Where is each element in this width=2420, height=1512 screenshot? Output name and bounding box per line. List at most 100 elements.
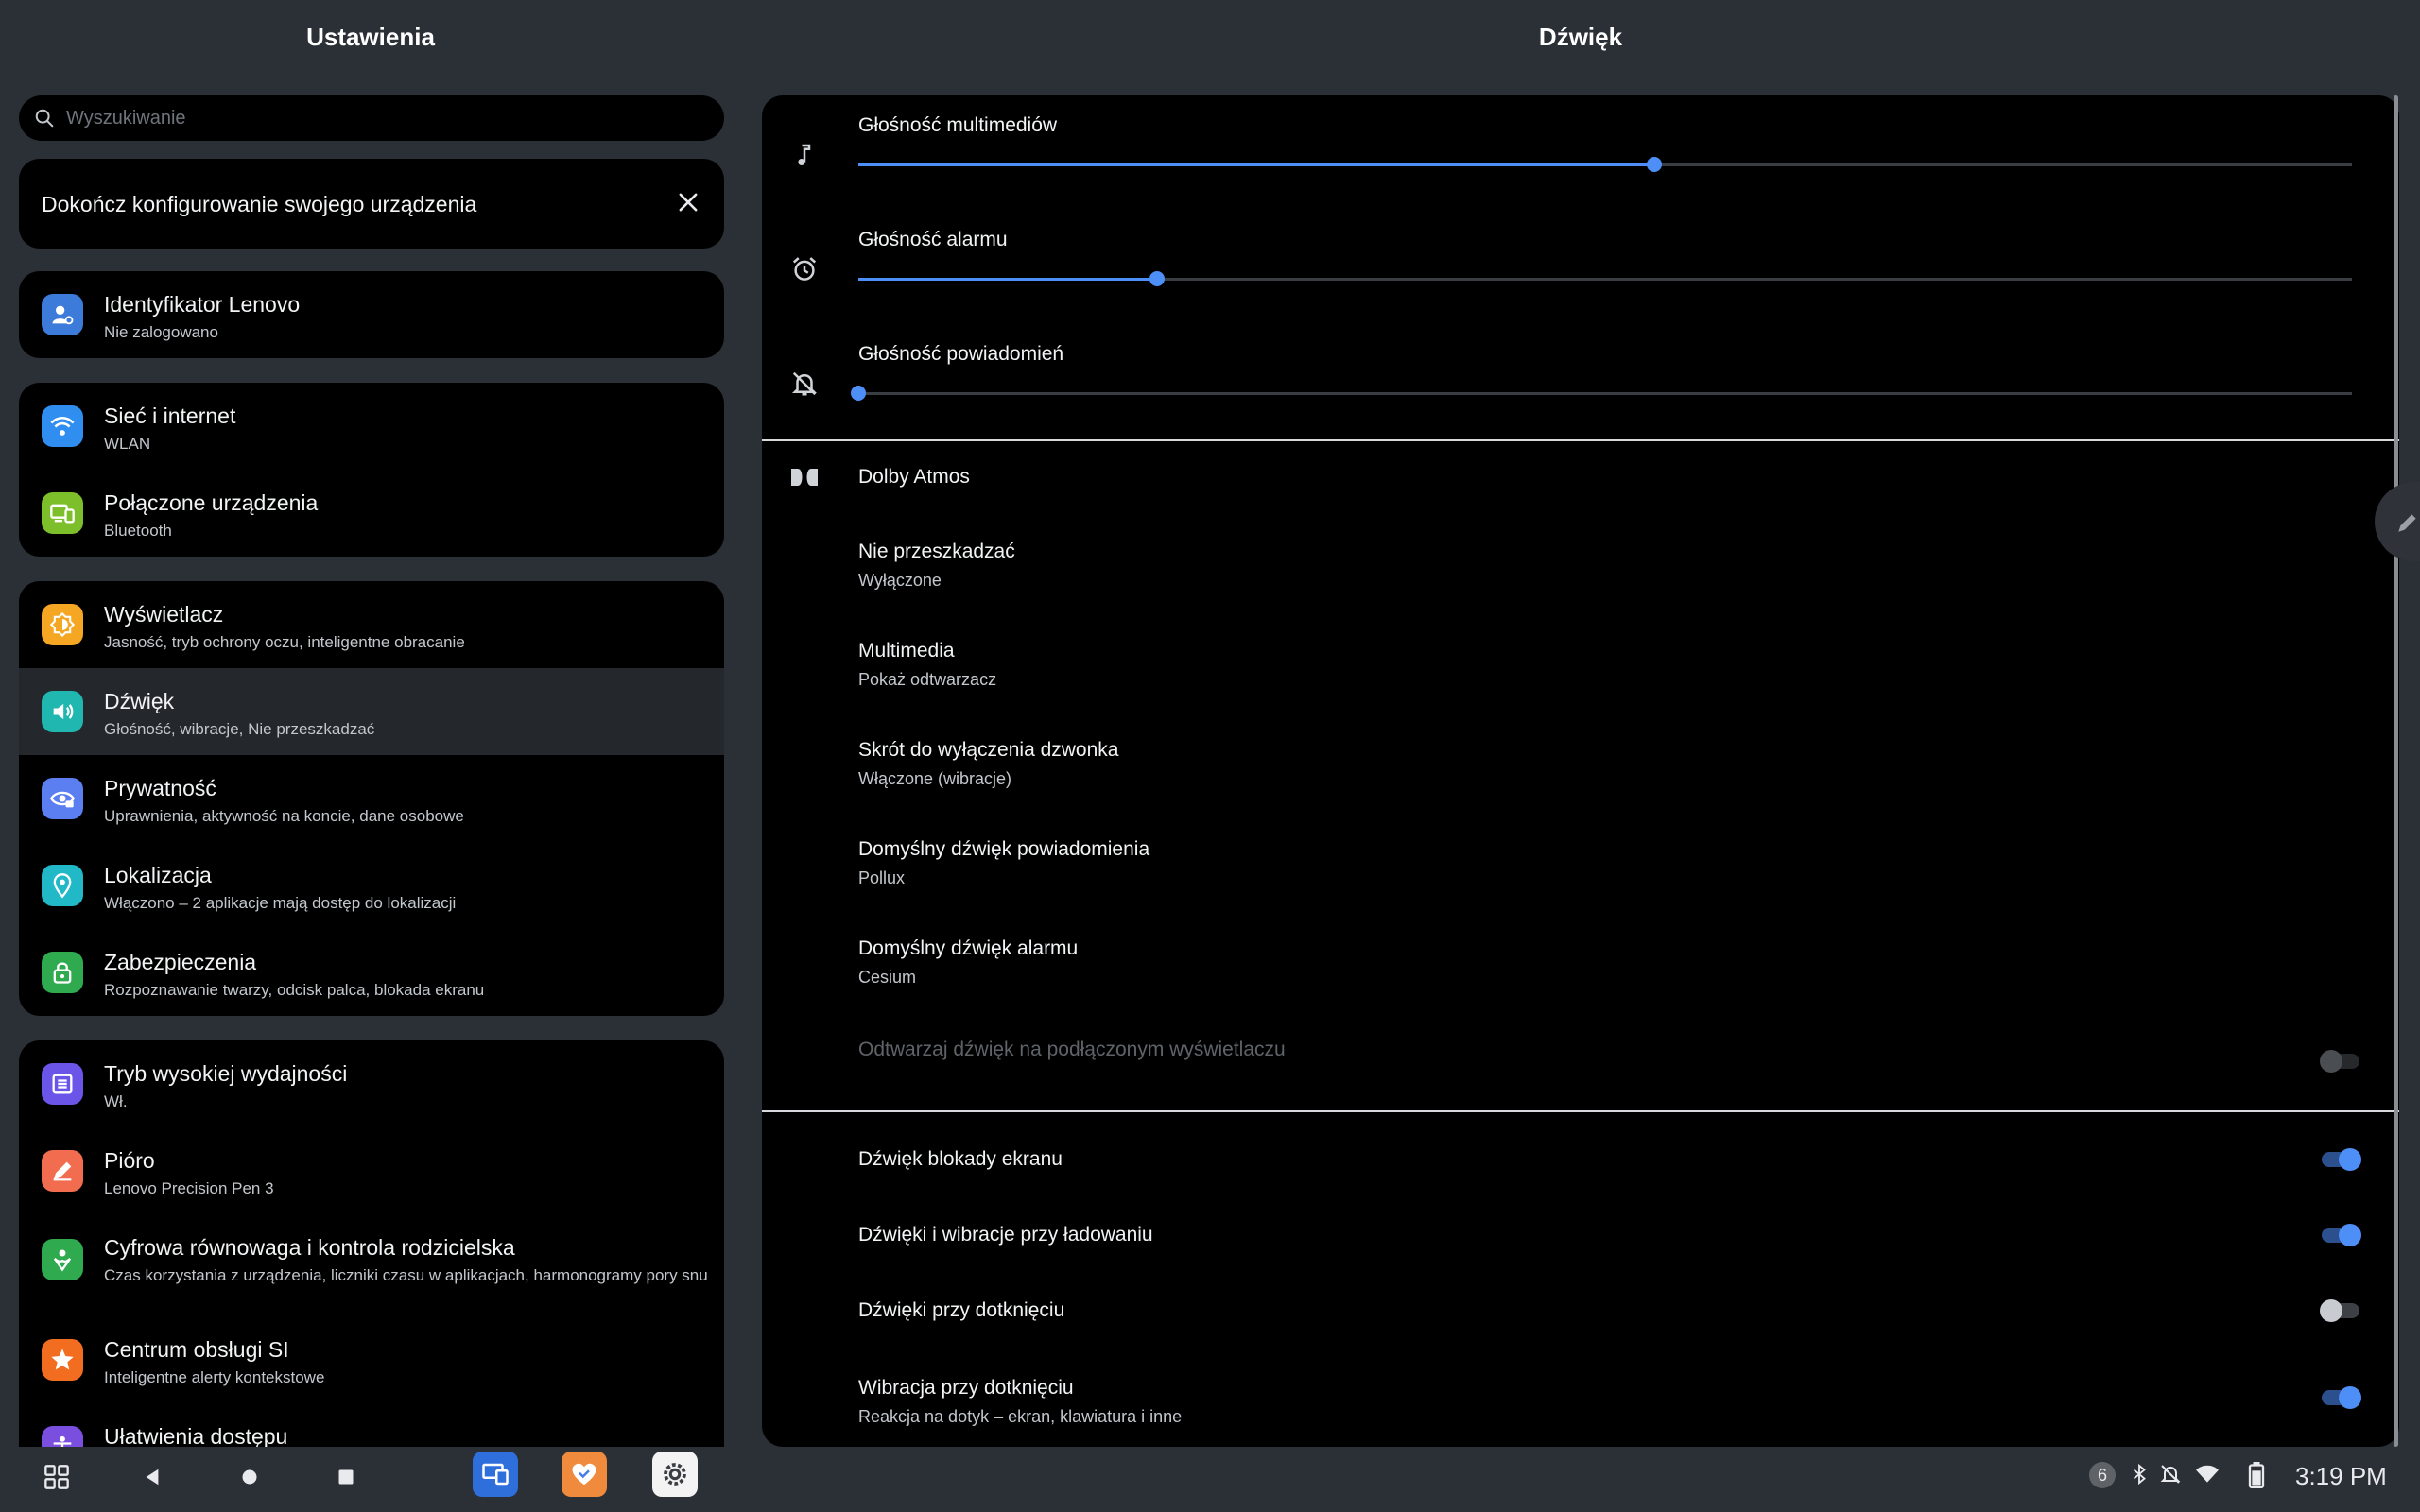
account-icon [42,294,83,335]
settings-item-accessibility[interactable]: Ułatwienia dostępu [19,1403,724,1447]
lock-icon [42,952,83,993]
settings-item-security[interactable]: Zabezpieczenia Rozpoznawanie twarzy, odc… [19,929,724,1016]
lock-sound-item[interactable]: Dźwięk blokady ekranu [858,1148,2276,1171]
account-group: Identyfikator Lenovo Nie zalogowano [19,271,724,358]
settings-item-privacy[interactable]: Prywatność Uprawnienia, aktywność na kon… [19,755,724,842]
close-icon[interactable] [675,189,701,215]
media-volume-label: Głośność multimediów [858,114,1058,136]
back-icon[interactable] [142,1467,163,1487]
settings-item-title: Identyfikator Lenovo [104,292,301,317]
media-volume-slider[interactable] [858,157,2352,172]
settings-item-sound[interactable]: Dźwięk Głośność, wibracje, Nie przeszkad… [19,668,724,755]
item-title: Dźwięk blokady ekranu [858,1148,1063,1170]
settings-item-subtitle: Włączono – 2 aplikacje mają dostęp do lo… [104,894,457,912]
navigation-bar [0,1447,2420,1512]
settings-item-connected-devices[interactable]: Połączone urządzenia Bluetooth [19,470,724,557]
item-title: Skrót do wyłączenia dzwonka [858,739,1119,761]
play-on-connected-display-toggle[interactable] [2320,1050,2363,1073]
charging-sound-toggle[interactable] [2322,1224,2363,1246]
item-title: Wibracja przy dotknięciu [858,1377,1074,1399]
section-divider [762,439,2399,441]
do-not-disturb-item[interactable]: Nie przeszkadzać Wyłączone [858,541,2276,591]
settings-item-title: Dźwięk [104,689,175,713]
taskbar-app-health[interactable] [562,1452,607,1497]
settings-item-pen[interactable]: Pióro Lenovo Precision Pen 3 [19,1127,724,1214]
settings-item-subtitle: Rozpoznawanie twarzy, odcisk palca, blok… [104,981,485,999]
settings-item-subtitle: Wł. [104,1092,128,1110]
item-subtitle: Cesium [858,968,917,987]
notification-volume-label: Głośność powiadomień [858,343,1064,365]
item-subtitle: Pollux [858,868,906,887]
touch-sound-toggle[interactable] [2320,1299,2363,1322]
pen-icon [42,1150,83,1192]
item-title: Domyślny dźwięk powiadomienia [858,838,1150,860]
notifications-off-icon [791,371,818,396]
recents-icon[interactable] [337,1468,355,1486]
slider-thumb[interactable] [851,386,866,401]
touch-sound-item[interactable]: Dźwięki przy dotknięciu [858,1299,2276,1322]
item-title: Dźwięki i wibracje przy ładowaniu [858,1224,1153,1246]
search-placeholder: Wyszukiwanie [66,108,186,129]
music-note-icon [798,144,811,165]
bluetooth-icon [2133,1463,2146,1486]
alarm-volume-slider[interactable] [858,271,2352,286]
settings-item-title: Sieć i internet [104,404,236,428]
settings-item-subtitle: Bluetooth [104,522,172,540]
settings-item-ai-center[interactable]: Centrum obsługi SI Inteligentne alerty k… [19,1316,724,1403]
search-icon [35,109,54,128]
settings-item-subtitle: Jasność, tryb ochrony oczu, inteligentne… [104,633,465,651]
charging-sound-item[interactable]: Dźwięki i wibracje przy ładowaniu [858,1224,2276,1246]
settings-item-subtitle: Inteligentne alerty kontekstowe [104,1368,325,1386]
battery-icon [2248,1462,2265,1488]
taskbar-app-device-connect[interactable] [473,1452,518,1497]
settings-item-subtitle: WLAN [104,435,151,453]
media-volume-row: Głośność multimediów [762,95,2399,209]
settings-item-performance[interactable]: Tryb wysokiej wydajności Wł. [19,1040,724,1127]
touch-vibration-toggle[interactable] [2322,1386,2363,1409]
settings-item-title: Wyświetlacz [104,602,224,627]
item-subtitle: Pokaż odtwarzacz [858,670,997,689]
default-alarm-sound-item[interactable]: Domyślny dźwięk alarmu Cesium [858,937,2276,988]
settings-item-title: Ułatwienia dostępu [104,1424,288,1447]
media-item[interactable]: Multimedia Pokaż odtwarzacz [858,640,2276,690]
settings-item-title: Centrum obsługi SI [104,1337,289,1362]
search-input[interactable]: Wyszukiwanie [19,95,724,141]
default-notification-sound-item[interactable]: Domyślny dźwięk powiadomienia Pollux [858,838,2276,888]
item-subtitle: Wyłączone [858,571,942,590]
clock: 3:19 PM [2295,1462,2387,1490]
location-pin-icon [42,865,83,906]
settings-item-title: Prywatność [104,776,216,800]
touch-vibration-item[interactable]: Wibracja przy dotknięciu Reakcja na doty… [858,1377,2276,1427]
settings-item-digital-wellbeing[interactable]: Cyfrowa równowaga i kontrola rodzicielsk… [19,1214,724,1316]
settings-item-lenovo-id[interactable]: Identyfikator Lenovo Nie zalogowano [19,271,724,358]
home-icon[interactable] [240,1468,259,1486]
settings-item-title: Połączone urządzenia [104,490,319,515]
notifications-off-icon [2160,1465,2181,1484]
item-subtitle: Reakcja na dotyk – ekran, klawiatura i i… [858,1407,1183,1426]
settings-item-display[interactable]: Wyświetlacz Jasność, tryb ochrony oczu, … [19,581,724,668]
slider-thumb[interactable] [1150,271,1165,286]
settings-item-title: Lokalizacja [104,863,212,887]
alarm-clock-icon [792,257,817,281]
dolby-atmos-item[interactable]: Dolby Atmos [858,466,2276,489]
scrollbar[interactable] [2394,95,2398,1447]
sound-settings-panel: Głośność multimediów Głośność alarmu Gło… [762,95,2399,1447]
item-title: Dźwięki przy dotknięciu [858,1299,1065,1321]
ring-shortcut-item[interactable]: Skrót do wyłączenia dzwonka Włączone (wi… [858,739,2276,789]
taskbar-app-settings[interactable] [652,1452,698,1497]
features-group: Tryb wysokiej wydajności Wł. Pióro Lenov… [19,1040,724,1447]
device-group: Wyświetlacz Jasność, tryb ochrony oczu, … [19,581,724,1016]
settings-item-title: Tryb wysokiej wydajności [104,1061,348,1086]
item-title: Domyślny dźwięk alarmu [858,937,1079,959]
brightness-icon [42,604,83,645]
settings-item-title: Pióro [104,1148,155,1173]
settings-item-location[interactable]: Lokalizacja Włączono – 2 aplikacje mają … [19,842,724,929]
slider-thumb[interactable] [1647,157,1663,172]
pencil-icon [2398,514,2416,532]
setup-suggestion-card[interactable]: Dokończ konfigurowanie swojego urządzeni… [19,159,724,249]
app-grid-icon[interactable] [43,1464,70,1490]
alarm-volume-label: Głośność alarmu [858,229,1008,250]
lock-sound-toggle[interactable] [2322,1148,2363,1171]
settings-item-network[interactable]: Sieć i internet WLAN [19,383,724,470]
notification-volume-slider[interactable] [851,386,2352,401]
